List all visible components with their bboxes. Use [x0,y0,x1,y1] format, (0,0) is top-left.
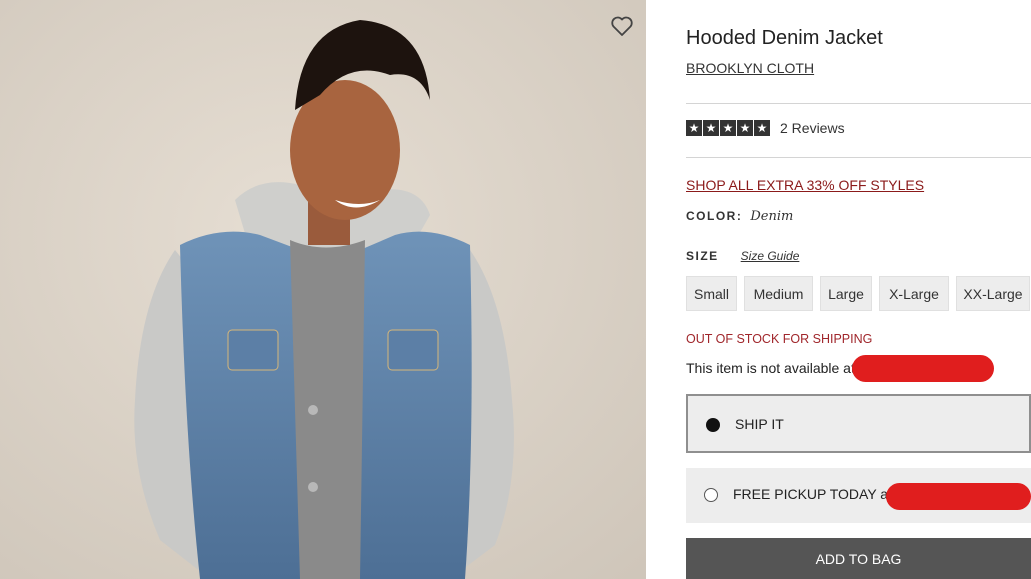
divider [686,157,1031,158]
ship-it-option[interactable]: SHIP IT [686,394,1031,453]
stock-status: OUT OF STOCK FOR SHIPPING [686,332,873,346]
star-rating: ★ ★ ★ ★ ★ [686,120,770,136]
star-icon: ★ [737,120,753,136]
star-icon: ★ [720,120,736,136]
star-icon: ★ [686,120,702,136]
size-option-x-large[interactable]: X-Large [879,276,949,311]
radio-selected-icon [706,418,720,432]
size-options: Small Medium Large X-Large XX-Large [686,276,1030,311]
radio-unselected-icon [704,488,718,502]
size-option-large[interactable]: Large [820,276,872,311]
ship-it-label: SHIP IT [735,416,784,432]
color-label: COLOR: [686,209,743,223]
color-value: Denim [750,209,794,224]
product-title: Hooded Denim Jacket [686,27,883,49]
availability-text: This item is not available at [686,360,855,376]
star-icon: ★ [703,120,719,136]
size-option-xx-large[interactable]: XX-Large [956,276,1030,311]
reviews-link[interactable]: 2 Reviews [780,120,845,136]
redaction-mark [886,483,1031,510]
size-guide-link[interactable]: Size Guide [741,249,800,263]
size-row: SIZE Size Guide [686,249,799,263]
brand-link[interactable]: BROOKLYN CLOTH [686,60,814,76]
divider [686,103,1031,104]
favorite-button[interactable] [608,12,636,40]
promo-link[interactable]: SHOP ALL EXTRA 33% OFF STYLES [686,177,924,193]
rating-row[interactable]: ★ ★ ★ ★ ★ 2 Reviews [686,120,845,136]
pickup-label: FREE PICKUP TODAY at [733,486,892,502]
color-row: COLOR: Denim [686,209,793,224]
heart-outline-icon [611,16,633,36]
add-to-bag-button[interactable]: ADD TO BAG [686,538,1031,579]
star-icon: ★ [754,120,770,136]
product-details: Hooded Denim Jacket BROOKLYN CLOTH ★ ★ ★… [686,0,1031,579]
redaction-mark [852,355,994,382]
product-image[interactable] [0,0,646,579]
size-option-medium[interactable]: Medium [744,276,813,311]
size-label: SIZE [686,249,719,263]
size-option-small[interactable]: Small [686,276,737,311]
product-photo [0,0,646,579]
